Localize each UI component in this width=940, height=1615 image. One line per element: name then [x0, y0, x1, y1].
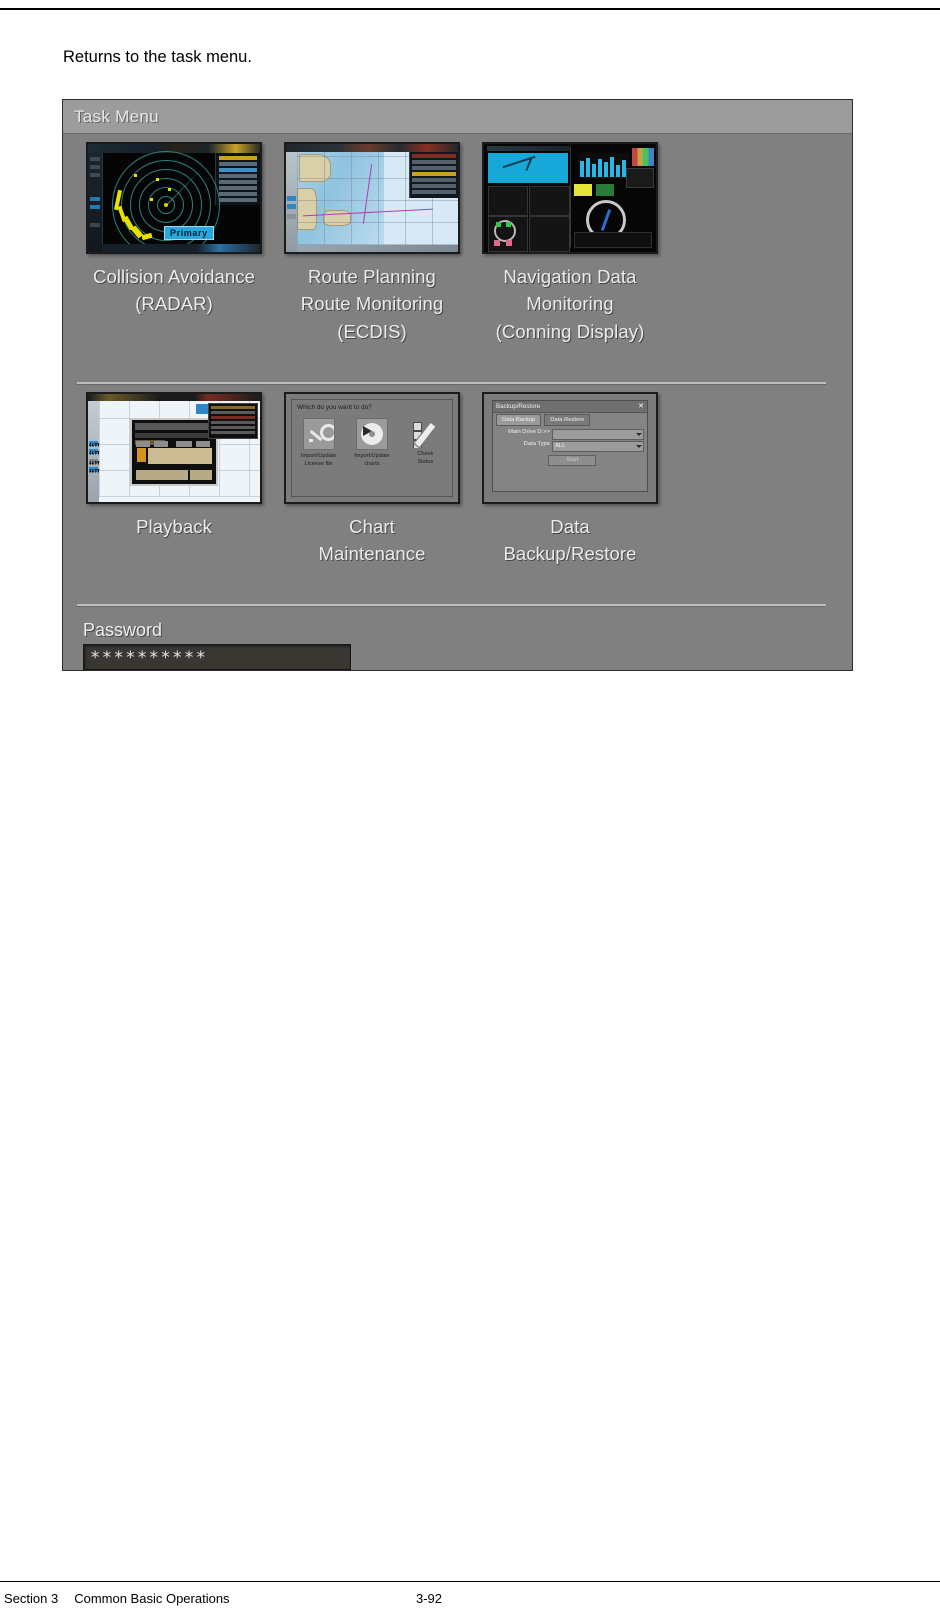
password-label: Password — [83, 620, 163, 640]
chart-maintenance-prompt: Which do you want to do? — [297, 404, 372, 411]
disc-icon — [355, 418, 388, 450]
password-value: ********** — [90, 648, 208, 668]
action-label: Import/Update charts — [354, 453, 390, 467]
password-block: Password ********** — [83, 620, 351, 670]
intro-text: Returns to the task menu. — [63, 48, 252, 66]
task-tile-chart-maintenance[interactable]: Which do you want to do? Import/Update L… — [275, 392, 469, 568]
task-tile-label: Route Planning Route Monitoring (ECDIS) — [300, 266, 444, 342]
page-footer: Section 3 Common Basic Operations 3-92 — [0, 1581, 940, 1615]
main-drive-select[interactable] — [552, 429, 644, 440]
tab-data-backup[interactable]: Data Backup — [496, 414, 542, 426]
task-menu-title: Task Menu — [74, 107, 159, 126]
start-button[interactable]: Start — [548, 455, 597, 466]
select-value: ALL — [555, 442, 566, 449]
chart-maintenance-thumbnail: Which do you want to do? Import/Update L… — [284, 392, 460, 504]
action-label: Import/Update License file — [300, 453, 337, 467]
backup-restore-thumbnail: Backup/Restore ✕ Data Backup Data Restor… — [482, 392, 658, 504]
key-icon — [302, 418, 335, 450]
task-tile-data-backup-restore[interactable]: Backup/Restore ✕ Data Backup Data Restor… — [473, 392, 667, 568]
conning-display-thumbnail — [482, 142, 658, 254]
task-tile-label: Navigation Data Monitoring (Conning Disp… — [495, 266, 645, 342]
action-label: Check Status — [417, 451, 434, 465]
chevron-down-icon — [636, 433, 642, 436]
chart-maintenance-action-license[interactable]: Import/Update License file — [295, 418, 343, 468]
backup-restore-field-main-drive: Main Drive D:>> — [496, 429, 644, 440]
task-tile-playback[interactable]: Playback — [77, 392, 271, 568]
backup-restore-tabs: Data Backup Data Restore — [496, 414, 591, 426]
task-tile-row-1: Primary Collision Avoidance (RADAR) Rout… — [63, 142, 852, 345]
footer-chapter-title: Common Basic Operations — [74, 1591, 230, 1606]
field-label: Data Type — [523, 441, 550, 447]
task-menu-body: Primary Collision Avoidance (RADAR) Rout… — [63, 134, 852, 670]
task-menu-titlebar: Task Menu — [63, 100, 852, 134]
start-button-label: Start — [566, 456, 579, 463]
task-tile-label: Collision Avoidance (RADAR) — [93, 266, 255, 315]
footer-rule — [0, 1581, 940, 1582]
checklist-pencil-icon — [410, 418, 440, 448]
task-tile-label: Chart Maintenance — [318, 516, 426, 565]
task-tile-navigation-data-monitoring[interactable]: Navigation Data Monitoring (Conning Disp… — [473, 142, 667, 345]
page-top-rule — [0, 8, 940, 10]
backup-restore-titlebar: Backup/Restore ✕ — [493, 401, 647, 413]
footer-page-number: 3-92 — [416, 1591, 443, 1606]
chevron-down-icon — [636, 445, 642, 448]
field-label: Main Drive D:>> — [508, 429, 550, 435]
task-tile-collision-avoidance-radar[interactable]: Primary Collision Avoidance (RADAR) — [77, 142, 271, 345]
ecdis-chart-thumbnail — [284, 142, 460, 254]
chart-maintenance-action-status[interactable]: Check Status — [401, 418, 449, 466]
playback-window-thumbnail — [86, 392, 262, 504]
data-type-select[interactable]: ALL — [552, 441, 644, 452]
tab-data-restore[interactable]: Data Restore — [544, 414, 591, 426]
footer-section: Section 3 Common Basic Operations — [4, 1591, 230, 1606]
radar-primary-badge: Primary — [164, 226, 214, 240]
row-divider-1 — [77, 382, 826, 384]
radar-display-thumbnail: Primary — [86, 142, 262, 254]
close-icon[interactable]: ✕ — [638, 402, 644, 411]
task-menu-panel: Task Menu Primary Collision Avoidance (R… — [62, 99, 853, 671]
task-tile-row-2: Playback Which do you want to do? Import… — [63, 392, 852, 568]
backup-restore-title: Backup/Restore — [496, 402, 541, 410]
task-tile-route-planning-ecdis[interactable]: Route Planning Route Monitoring (ECDIS) — [275, 142, 469, 345]
task-tile-label: Playback — [136, 516, 212, 537]
row-divider-2 — [77, 604, 826, 606]
task-tile-label: Data Backup/Restore — [503, 516, 637, 565]
footer-section-number: Section 3 — [4, 1591, 59, 1606]
backup-restore-field-data-type: Data Type ALL — [496, 441, 644, 452]
password-input[interactable]: ********** — [83, 644, 351, 670]
chart-maintenance-action-charts[interactable]: Import/Update charts — [348, 418, 396, 468]
